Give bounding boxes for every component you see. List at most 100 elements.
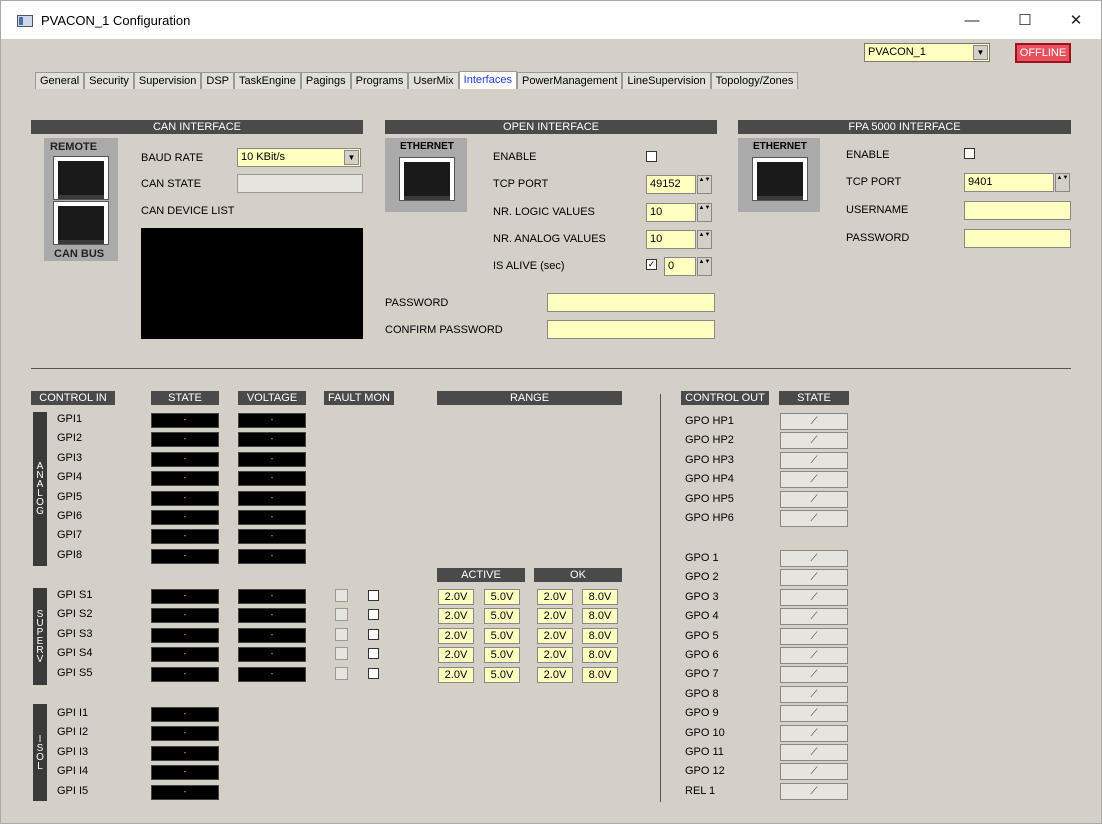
- fpa-tcp-input[interactable]: 9401: [964, 173, 1054, 192]
- tab-dsp[interactable]: DSP: [201, 72, 234, 89]
- can-device-list[interactable]: [141, 228, 363, 339]
- is-alive-input[interactable]: 0: [664, 257, 696, 276]
- analog-values-input[interactable]: 10: [646, 230, 696, 249]
- gpo-relay-button[interactable]: ⟋: [780, 744, 848, 761]
- active-header: ACTIVE: [437, 568, 525, 582]
- minimize-button[interactable]: —: [949, 7, 995, 35]
- gpo-relay-button[interactable]: ⟋: [780, 724, 848, 742]
- open-switch-icon: ⟋: [810, 669, 818, 681]
- tab-pagings[interactable]: Pagings: [300, 72, 351, 89]
- gpo-relay-button[interactable]: ⟋: [780, 666, 848, 684]
- tab-usermix[interactable]: UserMix: [408, 72, 459, 89]
- active-low-input[interactable]: 2.0V: [438, 608, 474, 625]
- chevron-down-icon[interactable]: ▼: [344, 150, 359, 165]
- tab-security[interactable]: Security: [84, 72, 134, 89]
- baud-rate-label: BAUD RATE: [141, 152, 204, 164]
- open-enable-checkbox[interactable]: [646, 151, 657, 162]
- ok-low-input[interactable]: 2.0V: [537, 666, 573, 683]
- ok-high-input[interactable]: 8.0V: [582, 627, 618, 644]
- ok-high-input[interactable]: 8.0V: [582, 608, 618, 625]
- logic-values-spinner[interactable]: ▲▼: [697, 203, 712, 222]
- open-switch-icon: ⟋: [810, 454, 818, 466]
- fault-mon-checkbox[interactable]: [368, 590, 379, 601]
- control-in-header: CONTROL IN: [31, 391, 115, 405]
- baud-rate-value: 10 KBit/s: [241, 151, 286, 163]
- fpa-username-input[interactable]: [964, 201, 1071, 220]
- is-alive-checkbox[interactable]: ✓: [646, 259, 657, 270]
- gpo-hp-relay-button[interactable]: ⟋: [780, 490, 848, 508]
- baud-rate-select[interactable]: 10 KBit/s ▼: [237, 148, 361, 167]
- gpo-hp-relay-button[interactable]: ⟋: [780, 451, 848, 469]
- fault-mon-checkbox[interactable]: [368, 667, 379, 679]
- group-label-letter: G: [36, 506, 44, 517]
- is-alive-spinner[interactable]: ▲▼: [697, 257, 712, 276]
- gpo-hp-relay-button[interactable]: ⟋: [780, 432, 848, 450]
- gpo-relay-button[interactable]: ⟋: [780, 647, 848, 664]
- section-divider: [31, 368, 1071, 369]
- active-low-input[interactable]: 2.0V: [438, 589, 474, 605]
- gpo-relay-button[interactable]: ⟋: [780, 550, 848, 567]
- active-high-input[interactable]: 5.0V: [484, 589, 520, 605]
- ok-low-input[interactable]: 2.0V: [537, 608, 573, 625]
- gpo-relay-button[interactable]: ⟋: [780, 685, 848, 703]
- active-low-input[interactable]: 2.0V: [438, 666, 474, 683]
- active-high-input[interactable]: 5.0V: [484, 608, 520, 625]
- ok-high-input[interactable]: 8.0V: [582, 589, 618, 605]
- ok-high-input[interactable]: 8.0V: [582, 666, 618, 683]
- gpo-relay-button[interactable]: ⟋: [780, 588, 848, 606]
- tab-supervision[interactable]: Supervision: [133, 72, 202, 89]
- gpo-hp-relay-button[interactable]: ⟋: [780, 471, 848, 489]
- tab-linesupervision[interactable]: LineSupervision: [622, 72, 711, 89]
- tab-bar: General Security Supervision DSP TaskEngine P…: [35, 71, 799, 89]
- chevron-down-icon[interactable]: ▼: [973, 45, 988, 60]
- close-button[interactable]: ✕: [1053, 7, 1099, 35]
- tab-taskengine[interactable]: TaskEngine: [234, 72, 301, 89]
- analog-input-label: GPI2: [57, 432, 83, 445]
- gpo-relay-button[interactable]: ⟋: [780, 763, 848, 781]
- analog-values-spinner[interactable]: ▲▼: [697, 230, 712, 249]
- active-high-input[interactable]: 5.0V: [484, 647, 520, 664]
- active-low-input[interactable]: 2.0V: [438, 647, 474, 664]
- gpo-hp-relay-button[interactable]: ⟋: [780, 510, 848, 527]
- logic-values-input[interactable]: 10: [646, 203, 696, 222]
- gpo-hp-relay-button[interactable]: ⟋: [780, 413, 848, 430]
- active-high-input[interactable]: 5.0V: [484, 627, 520, 644]
- isol-state-led: -: [151, 784, 219, 800]
- tab-powermanagement[interactable]: PowerManagement: [516, 72, 623, 89]
- gpo-relay-button[interactable]: ⟋: [780, 705, 848, 723]
- gpo-hp-label: GPO HP1: [685, 415, 734, 427]
- ok-low-input[interactable]: 2.0V: [537, 647, 573, 664]
- open-tcp-input[interactable]: 49152: [646, 175, 696, 194]
- canbus-port-icon: [53, 201, 109, 245]
- active-low-input[interactable]: 2.0V: [438, 627, 474, 644]
- device-select[interactable]: PVACON_1 ▼: [864, 43, 990, 62]
- gpo-relay-button[interactable]: ⟋: [780, 569, 848, 587]
- fpa-password-input[interactable]: [964, 229, 1071, 248]
- open-tcp-spinner[interactable]: ▲▼: [697, 175, 712, 194]
- gpo-relay-button[interactable]: ⟋: [780, 627, 848, 645]
- gpo-relay-button[interactable]: ⟋: [780, 782, 848, 800]
- maximize-button[interactable]: ☐: [1002, 7, 1048, 35]
- tab-topology-zones[interactable]: Topology/Zones: [710, 72, 799, 89]
- active-high-input[interactable]: 5.0V: [484, 666, 520, 683]
- open-tcp-label: TCP PORT: [493, 178, 549, 190]
- fault-mon-checkbox[interactable]: [368, 628, 379, 640]
- fault-mon-checkbox[interactable]: [368, 648, 379, 660]
- tab-interfaces[interactable]: Interfaces: [458, 71, 517, 89]
- ok-high-input[interactable]: 8.0V: [582, 647, 618, 664]
- gpo-relay-button[interactable]: ⟋: [780, 608, 848, 626]
- confirm-password-input[interactable]: [547, 320, 715, 339]
- tab-general[interactable]: General: [35, 72, 85, 89]
- ok-low-input[interactable]: 2.0V: [537, 627, 573, 644]
- fpa-tcp-spinner[interactable]: ▲▼: [1055, 173, 1070, 192]
- analog-input-label: GPI6: [57, 510, 83, 522]
- tab-programs[interactable]: Programs: [350, 72, 409, 89]
- fpa-enable-checkbox[interactable]: [964, 148, 975, 159]
- ok-low-input[interactable]: 2.0V: [537, 589, 573, 605]
- open-password-input[interactable]: [547, 293, 715, 312]
- remote-label: REMOTE: [50, 141, 98, 153]
- open-switch-icon: ⟋: [810, 611, 818, 623]
- analog-state-led: -: [151, 548, 219, 564]
- isol-state-led: -: [151, 745, 219, 761]
- fault-mon-checkbox[interactable]: [368, 609, 379, 621]
